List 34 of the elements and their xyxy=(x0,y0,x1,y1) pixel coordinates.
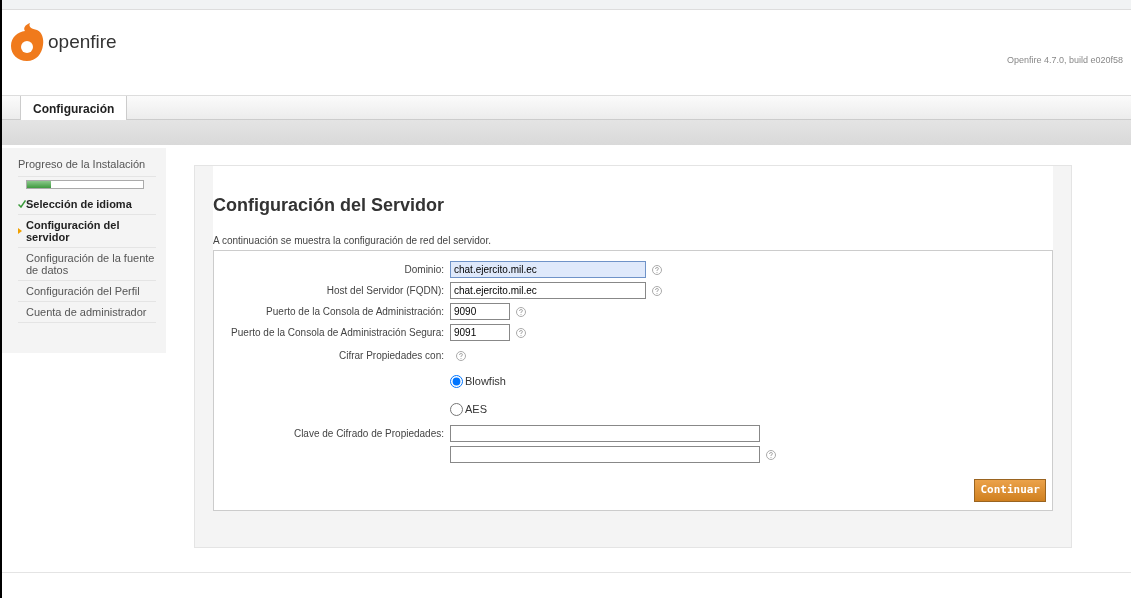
help-icon[interactable] xyxy=(766,450,776,461)
field-label: Dominio: xyxy=(404,264,444,275)
input-field[interactable] xyxy=(450,446,760,463)
sidebar-title: Progreso de la Instalación xyxy=(18,156,156,177)
input-field[interactable]: chat.ejercito.mil.ec xyxy=(450,282,646,299)
logo-text: openfire xyxy=(48,29,117,54)
radio-button[interactable] xyxy=(450,374,463,388)
field-label: Cifrar Propiedades con: xyxy=(338,349,444,361)
flame-logo-icon xyxy=(10,23,44,61)
help-icon[interactable] xyxy=(516,307,526,318)
description-text: A continuación se muestra la configuración de red del servidor. xyxy=(213,234,492,248)
input-field[interactable]: 9090 xyxy=(450,303,510,320)
help-icon[interactable] xyxy=(652,265,662,276)
sidebar-step[interactable]: Cuenta de administrador xyxy=(26,305,147,318)
sidebar-step[interactable]: Configuración del Perfil xyxy=(26,284,140,297)
radio-label: AES xyxy=(465,401,487,417)
help-icon[interactable] xyxy=(652,286,662,297)
input-field[interactable]: 9091 xyxy=(450,324,510,341)
field-label: Puerto de la Consola de Administración: xyxy=(266,306,444,317)
nav-tab[interactable]: Configuración xyxy=(20,96,128,120)
help-icon[interactable] xyxy=(516,328,526,339)
field-label: Puerto de la Consola de Administración Segura: xyxy=(231,327,444,338)
sidebar-step[interactable]: Configuración del servidor xyxy=(26,218,156,243)
version-text: Openfire 4.7.0, build e020f58 xyxy=(1006,54,1123,67)
help-icon[interactable] xyxy=(456,350,466,361)
sidebar-step[interactable]: Configuración de la fuente de datos xyxy=(26,251,156,276)
radio-button[interactable] xyxy=(450,402,463,416)
field-label: Clave de Cifrado de Propiedades: xyxy=(293,428,444,439)
input-field[interactable] xyxy=(450,425,760,442)
page-title: Configuración del Servidor xyxy=(213,194,446,217)
radio-label: Blowfish xyxy=(465,373,506,389)
field-label: Host del Servidor (FQDN): xyxy=(326,285,444,296)
input-field[interactable]: chat.ejercito.mil.ec xyxy=(450,261,646,278)
sidebar-step[interactable]: Selección de idioma xyxy=(26,197,132,210)
